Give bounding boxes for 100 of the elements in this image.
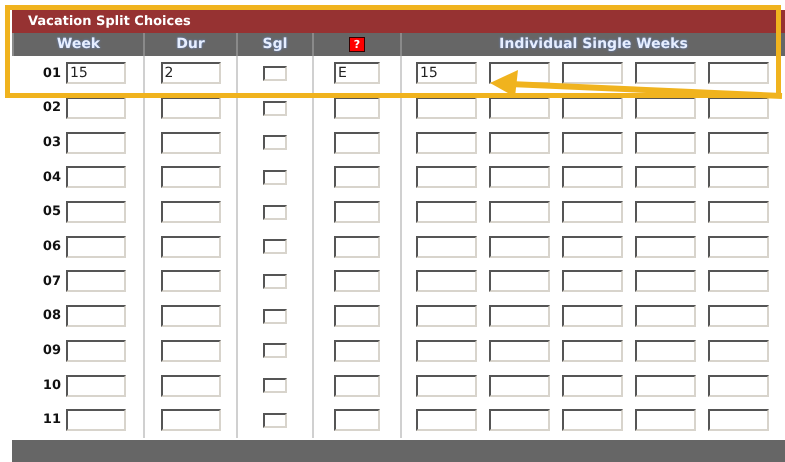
checkbox[interactable] — [263, 170, 287, 185]
input-field[interactable] — [562, 236, 623, 258]
input-field[interactable] — [562, 340, 623, 362]
input-field[interactable] — [160, 166, 220, 188]
input-field[interactable] — [334, 166, 380, 188]
checkbox[interactable] — [263, 308, 287, 324]
input-field[interactable]: 15 — [66, 62, 126, 84]
checkbox[interactable] — [263, 274, 287, 289]
input-field[interactable] — [562, 166, 623, 188]
input-field[interactable] — [334, 374, 380, 397]
input-field[interactable] — [489, 374, 550, 397]
input-field[interactable] — [708, 305, 769, 328]
input-field[interactable] — [489, 409, 550, 432]
input-field[interactable] — [334, 340, 380, 362]
input-field[interactable]: 2 — [160, 62, 220, 84]
input-field[interactable] — [562, 97, 623, 120]
input-field[interactable] — [160, 97, 220, 120]
input-field[interactable] — [66, 305, 126, 328]
checkbox[interactable] — [263, 343, 287, 358]
input-field[interactable] — [416, 166, 477, 188]
input-field[interactable] — [562, 374, 623, 397]
input-field[interactable] — [635, 62, 696, 84]
input-field[interactable] — [635, 97, 696, 120]
input-field[interactable] — [708, 62, 769, 84]
input-field[interactable] — [708, 97, 769, 120]
input-field[interactable] — [562, 270, 623, 292]
input-field[interactable] — [160, 270, 220, 292]
input-field[interactable] — [635, 305, 696, 328]
input-field[interactable] — [334, 132, 380, 154]
input-field[interactable] — [635, 374, 696, 397]
input-field[interactable] — [160, 305, 220, 328]
input-field[interactable] — [489, 201, 550, 224]
input-field[interactable] — [562, 62, 623, 84]
input-field[interactable] — [416, 201, 477, 224]
input-field[interactable] — [708, 201, 769, 224]
input-field[interactable] — [66, 132, 126, 154]
checkbox[interactable] — [263, 412, 287, 428]
help-icon[interactable]: ? — [348, 37, 366, 52]
input-field[interactable] — [160, 132, 220, 154]
input-field[interactable] — [635, 409, 696, 432]
input-field[interactable] — [334, 409, 380, 432]
input-field[interactable] — [334, 236, 380, 258]
checkbox[interactable] — [263, 100, 287, 116]
input-field[interactable] — [708, 409, 769, 432]
checkbox[interactable] — [263, 239, 287, 254]
checkbox[interactable] — [263, 204, 287, 220]
input-field[interactable] — [416, 97, 477, 120]
input-field[interactable] — [635, 201, 696, 224]
input-field[interactable] — [489, 270, 550, 292]
input-field[interactable] — [334, 201, 380, 224]
input-field[interactable] — [635, 236, 696, 258]
input-field[interactable] — [416, 340, 477, 362]
input-field[interactable] — [708, 340, 769, 362]
input-field[interactable] — [416, 374, 477, 397]
input-field[interactable] — [562, 201, 623, 224]
input-field[interactable] — [635, 132, 696, 154]
input-field[interactable] — [416, 236, 477, 258]
input-field[interactable] — [66, 236, 126, 258]
input-field[interactable] — [66, 166, 126, 188]
checkbox[interactable] — [263, 378, 287, 394]
input-field[interactable] — [334, 305, 380, 328]
input-field[interactable] — [489, 236, 550, 258]
input-field[interactable] — [160, 340, 220, 362]
input-field[interactable] — [635, 166, 696, 188]
input-field[interactable] — [160, 409, 220, 432]
checkbox[interactable] — [263, 66, 287, 81]
input-field[interactable] — [416, 270, 477, 292]
input-field[interactable] — [489, 166, 550, 188]
input-field[interactable] — [708, 270, 769, 292]
input-field[interactable] — [66, 201, 126, 224]
input-field[interactable] — [562, 132, 623, 154]
input-field[interactable] — [416, 132, 477, 154]
checkbox[interactable] — [263, 135, 287, 150]
input-field[interactable]: E — [334, 62, 380, 84]
input-field[interactable] — [334, 270, 380, 292]
input-field[interactable] — [66, 409, 126, 432]
input-field[interactable] — [635, 340, 696, 362]
input-field[interactable] — [489, 132, 550, 154]
input-field[interactable] — [334, 97, 380, 120]
input-field[interactable] — [160, 374, 220, 397]
input-field[interactable] — [708, 236, 769, 258]
input-field[interactable]: 15 — [416, 62, 477, 84]
input-field[interactable] — [66, 97, 126, 120]
input-field[interactable] — [562, 305, 623, 328]
input-field[interactable] — [708, 374, 769, 397]
input-field[interactable] — [66, 340, 126, 362]
input-field[interactable] — [489, 305, 550, 328]
row-label: 07 — [42, 272, 61, 291]
input-field[interactable] — [635, 270, 696, 292]
input-field[interactable] — [489, 97, 550, 120]
input-field[interactable] — [160, 201, 220, 224]
input-field[interactable] — [66, 270, 126, 292]
input-field[interactable] — [66, 374, 126, 397]
input-field[interactable] — [416, 409, 477, 432]
input-field[interactable] — [489, 340, 550, 362]
input-field[interactable] — [160, 236, 220, 258]
input-field[interactable] — [562, 409, 623, 432]
input-field[interactable] — [708, 166, 769, 188]
input-field[interactable] — [416, 305, 477, 328]
input-field[interactable] — [708, 132, 769, 154]
